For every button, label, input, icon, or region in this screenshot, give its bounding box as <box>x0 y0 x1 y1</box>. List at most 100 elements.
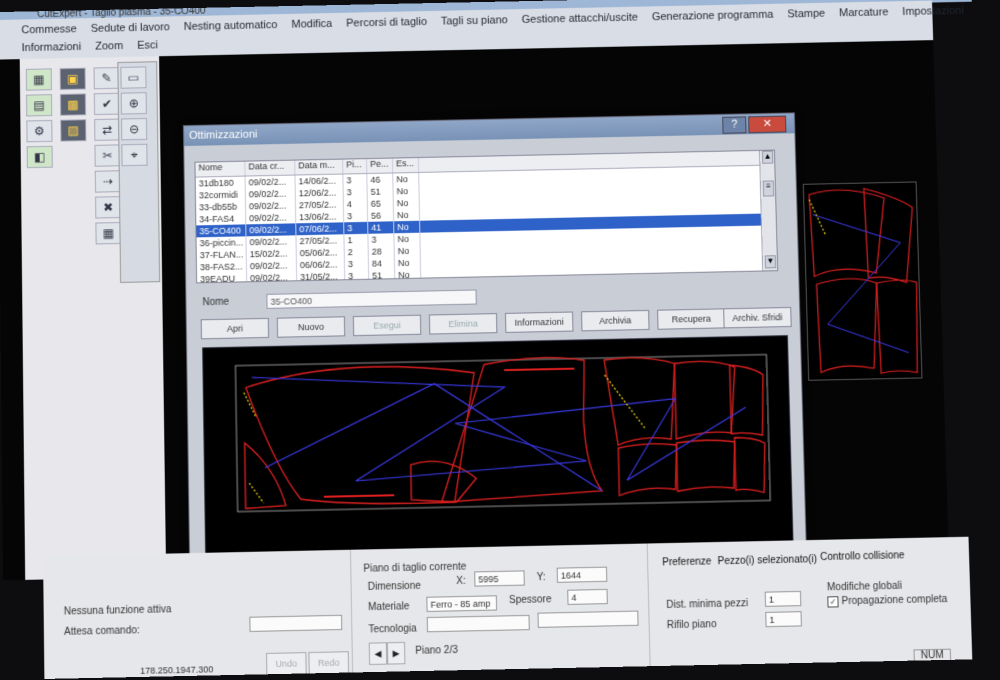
next-plane-icon[interactable]: ▶ <box>387 642 406 665</box>
help-button[interactable]: ? <box>722 116 746 133</box>
dimension-label: Dimensione <box>368 581 421 593</box>
menu-impostazioni[interactable]: Impostazioni <box>902 5 964 18</box>
new-part-icon[interactable]: ✎ <box>93 67 119 89</box>
close-button[interactable]: ✕ <box>748 116 786 134</box>
table-cell: 36-piccin... <box>197 236 247 249</box>
cut-path-icon[interactable]: ✂ <box>94 144 120 166</box>
table-cell: 31/05/2... <box>297 270 345 283</box>
info-button[interactable]: Informazioni <box>505 311 574 332</box>
col-pieces[interactable]: Pe... <box>367 159 393 173</box>
y-field[interactable]: 1644 <box>557 567 608 583</box>
x-field[interactable]: 5995 <box>474 570 525 586</box>
material-field[interactable]: Ferro - 85 amp <box>426 595 497 612</box>
nesting-preview-drawing <box>203 336 793 562</box>
nest-icon[interactable]: ▣ <box>60 68 86 90</box>
name-field[interactable]: 35-CO400 <box>266 289 476 308</box>
menu-percorsi[interactable]: Percorsi di taglio <box>346 16 427 30</box>
execute-button[interactable]: Esegui <box>353 315 421 336</box>
status-function: Nessuna funzione attiva <box>64 604 172 617</box>
sheet-preview-right <box>803 181 923 380</box>
nest-auto-icon[interactable]: ▩ <box>60 93 86 115</box>
menu-nesting[interactable]: Nesting automatico <box>184 19 278 33</box>
zoom-in-icon[interactable]: ⊕ <box>121 92 147 114</box>
table-cell: 51 <box>368 185 394 197</box>
move-part-icon[interactable]: ✔ <box>94 93 120 115</box>
checkbox-checked-icon[interactable]: ✓ <box>827 596 838 607</box>
menu-zoom[interactable]: Zoom <box>95 40 123 52</box>
thickness-field[interactable]: 4 <box>567 589 608 605</box>
table-cell: No <box>394 233 420 246</box>
menu-attacchi[interactable]: Gestione attacchi/uscite <box>522 12 638 26</box>
table-cell: 3 <box>345 270 369 282</box>
save-job-icon[interactable]: ▤ <box>26 94 52 116</box>
crosshair-icon[interactable]: ⌖ <box>121 144 147 166</box>
tab-collision[interactable]: Controllo collisione <box>820 550 905 563</box>
table-cell: No <box>395 269 421 282</box>
menu-commesse[interactable]: Commesse <box>21 23 76 36</box>
scroll-up-icon[interactable]: ▲ <box>762 151 773 164</box>
table-cell: No <box>393 185 419 197</box>
col-modified[interactable]: Data m... <box>295 160 343 175</box>
col-executed[interactable]: Es... <box>393 158 419 172</box>
scroll-thumb[interactable]: ≡ <box>763 180 774 196</box>
prev-plane-icon[interactable]: ◀ <box>369 642 388 665</box>
zoom-out-icon[interactable]: ⊖ <box>121 118 147 140</box>
new-button[interactable]: Nuovo <box>277 316 345 337</box>
trim-label: Rifilo piano <box>667 619 717 631</box>
min-distance-field[interactable]: 1 <box>765 591 802 607</box>
col-name[interactable]: Nome <box>195 162 245 177</box>
separator-1 <box>350 550 353 673</box>
col-sheets[interactable]: Pi... <box>343 159 367 173</box>
delete-part-icon[interactable]: ✖ <box>95 196 121 218</box>
trim-field[interactable]: 1 <box>765 611 802 627</box>
table-cell: 31db180 <box>196 177 246 190</box>
technology-select-1[interactable] <box>427 615 530 632</box>
technology-select-2[interactable] <box>537 611 638 628</box>
menu-informazioni[interactable]: Informazioni <box>22 41 82 54</box>
tab-preferences[interactable]: Preferenze <box>662 556 711 568</box>
tab-selected-parts[interactable]: Pezzo(i) selezionato(i) <box>717 554 817 567</box>
list-scrollbar[interactable]: ▲ ≡ ▼ <box>759 151 777 271</box>
table-cell: 34-FAS4 <box>196 212 246 225</box>
scroll-down-icon[interactable]: ▼ <box>765 255 776 268</box>
dialog-buttons: Apri Nuovo Esegui Elimina Informazioni A… <box>201 307 792 339</box>
table-cell: 09/02/2... <box>246 223 296 236</box>
menu-sedute[interactable]: Sedute di lavoro <box>91 21 170 35</box>
table-cell: 3 <box>345 258 369 270</box>
view-rect-icon[interactable]: ▭ <box>120 66 146 88</box>
layer-icon[interactable]: ◧ <box>27 146 53 168</box>
propagation-checkbox[interactable]: ✓ Propagazione completa <box>827 594 947 608</box>
num-lock-indicator: NUM <box>913 649 950 663</box>
archive-scraps-button[interactable]: Archiv. Sfridi <box>723 307 792 328</box>
table-cell: 32cormidi <box>196 188 246 201</box>
menu-stampe[interactable]: Stampe <box>787 8 825 21</box>
open-job-icon[interactable]: ▦ <box>26 68 52 90</box>
material-label: Materiale <box>368 601 410 613</box>
status-command: Attesa comando: <box>64 625 140 638</box>
table-cell: 3 <box>344 222 368 234</box>
recover-button[interactable]: Recupera <box>657 308 726 329</box>
nest-check-icon[interactable]: ▨ <box>60 119 86 141</box>
archive-button[interactable]: Archivia <box>581 310 650 331</box>
cut-order-icon[interactable]: ⇢ <box>95 170 121 192</box>
menu-tagli[interactable]: Tagli su piano <box>441 14 508 27</box>
menu-modifica[interactable]: Modifica <box>291 18 332 31</box>
rotate-part-icon[interactable]: ⇄ <box>94 119 120 141</box>
col-created[interactable]: Data cr... <box>245 161 295 176</box>
command-input[interactable] <box>249 615 342 632</box>
table-cell: 3 <box>344 186 368 198</box>
plane-navigation: Piano 2/3 <box>415 645 458 657</box>
redo-button[interactable]: Redo <box>308 651 349 674</box>
table-cell: 09/02/2... <box>246 199 296 212</box>
menu-generazione[interactable]: Generazione programma <box>652 9 774 23</box>
grid-part-icon[interactable]: ▦ <box>95 222 121 244</box>
menu-esci[interactable]: Esci <box>137 39 158 51</box>
menu-marcature[interactable]: Marcature <box>839 6 889 19</box>
table-cell: No <box>395 257 421 270</box>
open-button[interactable]: Apri <box>201 318 269 339</box>
optimizations-list[interactable]: Nome Data cr... Data m... Pi... Pe... Es… <box>194 150 778 284</box>
delete-button[interactable]: Elimina <box>429 313 497 334</box>
undo-button[interactable]: Undo <box>266 652 307 675</box>
settings-job-icon[interactable]: ⚙ <box>26 120 52 142</box>
table-cell: 09/02/2... <box>246 187 296 200</box>
